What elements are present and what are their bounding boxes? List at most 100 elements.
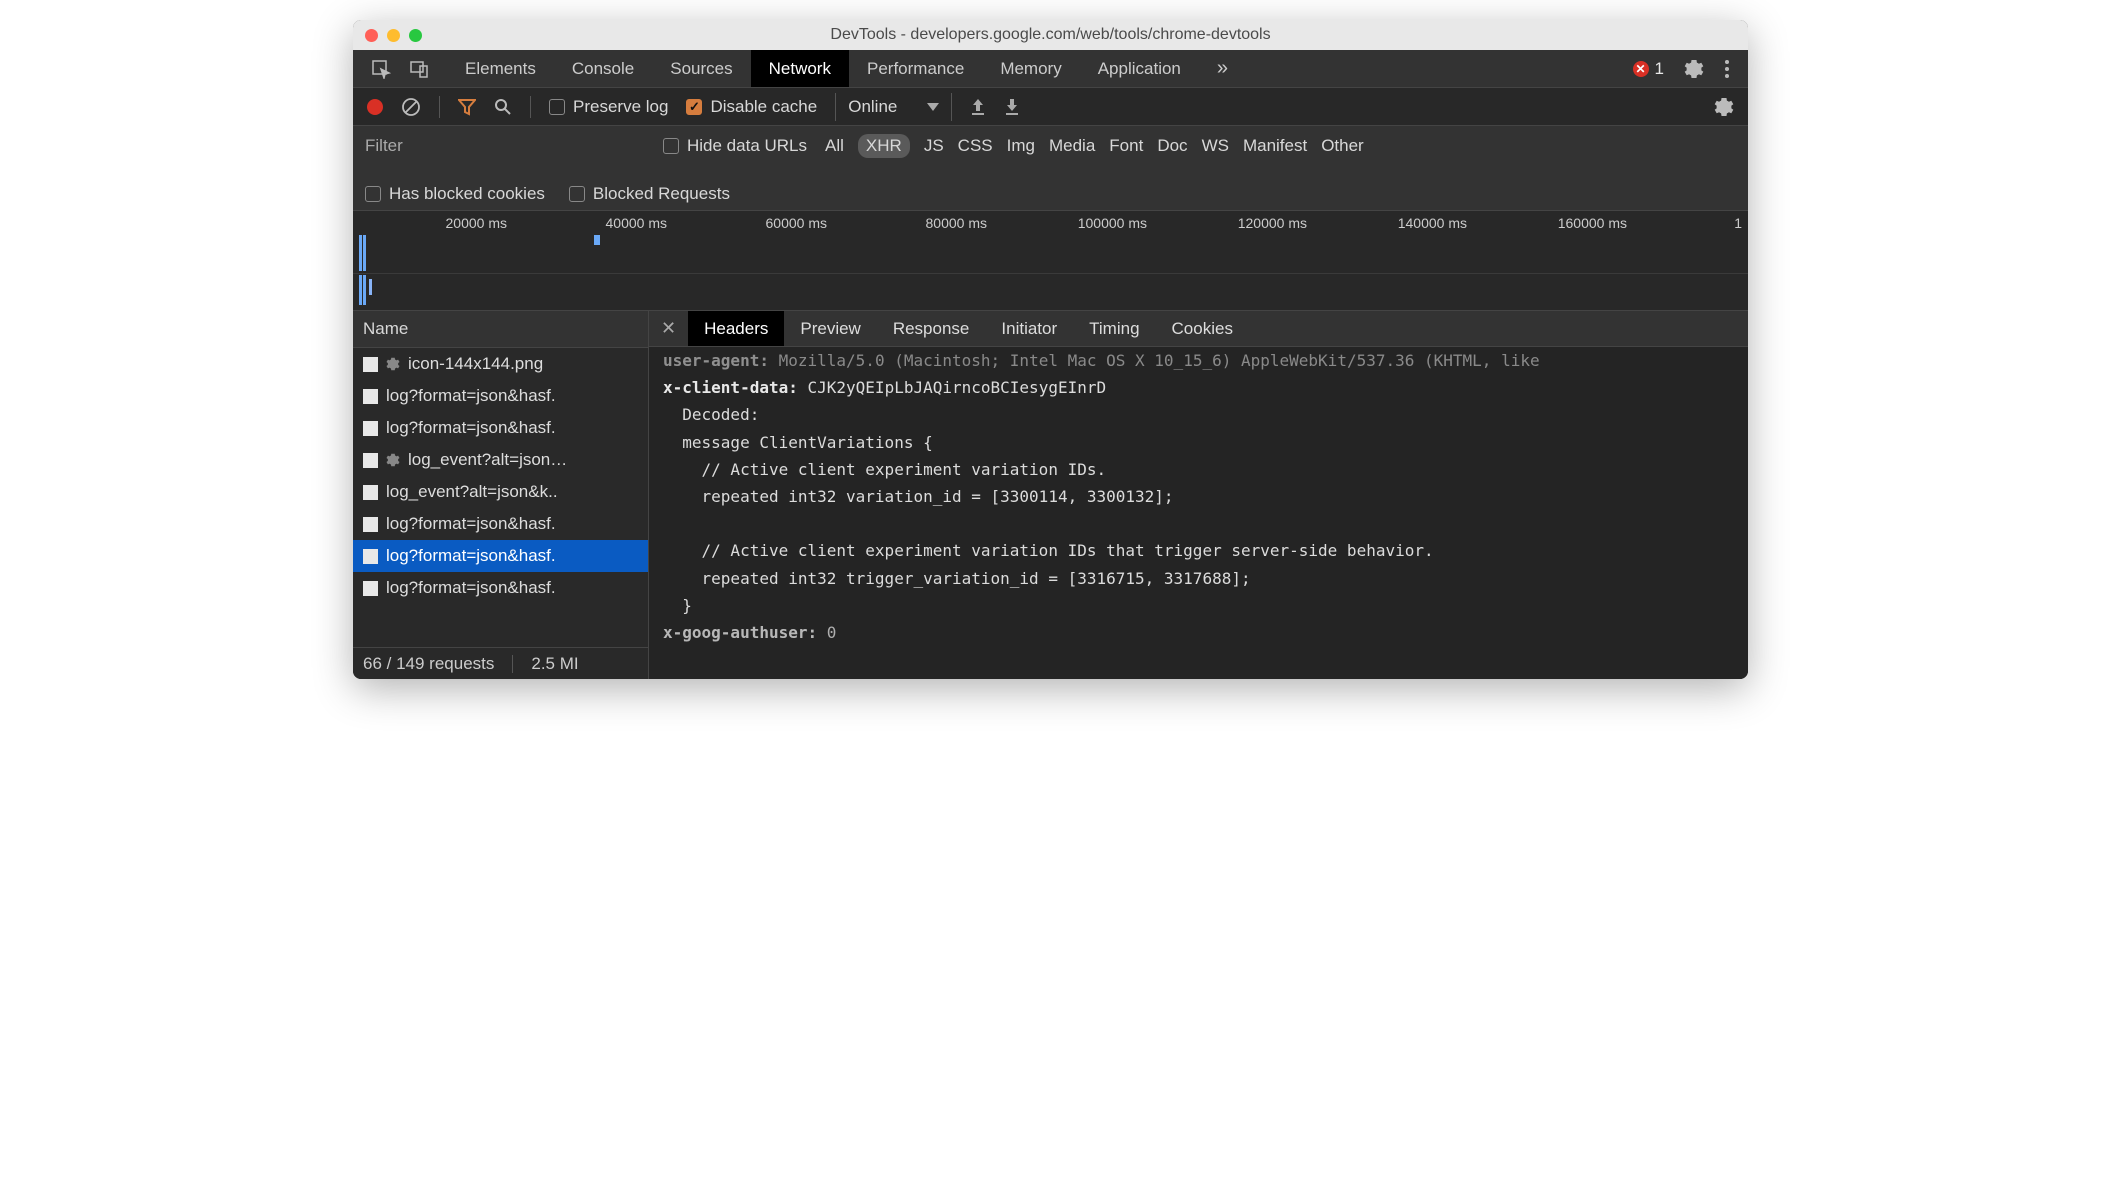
file-icon xyxy=(363,357,378,372)
tab-memory[interactable]: Memory xyxy=(982,50,1079,87)
status-requests: 66 / 149 requests xyxy=(363,654,494,674)
tab-application[interactable]: Application xyxy=(1080,50,1199,87)
file-icon xyxy=(363,517,378,532)
disable-cache-label: Disable cache xyxy=(710,97,817,117)
has-blocked-cookies-checkbox[interactable]: Has blocked cookies xyxy=(365,184,545,204)
header-user-agent-value: Mozilla/5.0 (Macintosh; Intel Mac OS X 1… xyxy=(779,351,1540,370)
throttling-select[interactable]: Online xyxy=(835,93,952,121)
filter-type-css[interactable]: CSS xyxy=(958,136,993,156)
timeline-bars xyxy=(353,235,403,310)
details-tab-initiator[interactable]: Initiator xyxy=(985,311,1073,346)
headers-body[interactable]: user-agent: Mozilla/5.0 (Macintosh; Inte… xyxy=(649,347,1748,679)
error-count-badge[interactable]: ✕ 1 xyxy=(1633,59,1664,79)
network-settings-gear-icon[interactable] xyxy=(1714,97,1734,117)
settings-gear-icon[interactable] xyxy=(1684,59,1704,79)
close-details-button[interactable]: ✕ xyxy=(649,311,688,346)
request-row[interactable]: log?format=json&hasf. xyxy=(353,380,648,412)
record-button[interactable] xyxy=(367,99,383,115)
request-row[interactable]: log?format=json&hasf. xyxy=(353,412,648,444)
details-tab-headers[interactable]: Headers xyxy=(688,311,784,346)
request-list-panel: Name icon-144x144.png log?format=json&has… xyxy=(353,311,649,679)
filter-type-xhr[interactable]: XHR xyxy=(858,134,910,158)
filter-input[interactable]: Filter xyxy=(365,132,645,160)
devtools-tabs: Elements Console Sources Network Perform… xyxy=(447,50,1246,87)
gear-icon xyxy=(386,357,400,371)
timeline-overview[interactable]: 20000 ms 40000 ms 60000 ms 80000 ms 1000… xyxy=(353,211,1748,311)
request-status-bar: 66 / 149 requests 2.5 MI xyxy=(353,647,648,679)
request-name: log?format=json&hasf. xyxy=(386,578,556,598)
request-row[interactable]: icon-144x144.png xyxy=(353,348,648,380)
clear-icon[interactable] xyxy=(401,97,421,117)
tab-network[interactable]: Network xyxy=(751,50,849,87)
request-row[interactable]: log?format=json&hasf. xyxy=(353,540,648,572)
network-main-split: Name icon-144x144.png log?format=json&has… xyxy=(353,311,1748,679)
request-row[interactable]: log?format=json&hasf. xyxy=(353,508,648,540)
filter-type-media[interactable]: Media xyxy=(1049,136,1095,156)
time-label: 20000 ms xyxy=(353,215,513,231)
divider xyxy=(439,96,440,118)
request-row[interactable]: log_event?alt=json… xyxy=(353,444,648,476)
request-row[interactable]: log_event?alt=json&k.. xyxy=(353,476,648,508)
comment1: // Active client experiment variation ID… xyxy=(702,460,1107,479)
upload-har-icon[interactable] xyxy=(970,98,986,116)
window-title: DevTools - developers.google.com/web/too… xyxy=(353,26,1748,44)
time-label: 60000 ms xyxy=(673,215,833,231)
filter-type-manifest[interactable]: Manifest xyxy=(1243,136,1307,156)
msg-open: message ClientVariations { xyxy=(682,433,932,452)
request-name: log_event?alt=json… xyxy=(408,450,567,470)
tab-performance[interactable]: Performance xyxy=(849,50,982,87)
zoom-window-button[interactable] xyxy=(409,29,422,42)
device-toggle-icon[interactable] xyxy=(409,59,429,79)
traffic-lights xyxy=(353,29,422,42)
filter-type-js[interactable]: JS xyxy=(924,136,944,156)
filter-bar: Filter Hide data URLs All XHR JS CSS Img… xyxy=(353,126,1748,211)
devtools-tabs-row: Elements Console Sources Network Perform… xyxy=(353,50,1748,88)
hide-data-urls-checkbox[interactable]: Hide data URLs xyxy=(663,136,807,156)
request-name: log?format=json&hasf. xyxy=(386,546,556,566)
filter-funnel-icon[interactable] xyxy=(458,98,476,116)
disable-cache-checkbox[interactable]: ✓ Disable cache xyxy=(686,97,817,117)
request-row[interactable]: log?format=json&hasf. xyxy=(353,572,648,604)
time-label: 160000 ms xyxy=(1473,215,1633,231)
details-tab-response[interactable]: Response xyxy=(877,311,986,346)
preserve-log-label: Preserve log xyxy=(573,97,668,117)
details-tabs: ✕ Headers Preview Response Initiator Tim… xyxy=(649,311,1748,347)
search-icon[interactable] xyxy=(494,98,512,116)
header-x-goog-authuser-name: x-goog-authuser: xyxy=(663,623,817,642)
filter-type-all[interactable]: All xyxy=(825,136,844,156)
filter-type-other[interactable]: Other xyxy=(1321,136,1364,156)
filter-type-ws[interactable]: WS xyxy=(1202,136,1229,156)
gear-icon xyxy=(386,453,400,467)
tab-elements[interactable]: Elements xyxy=(447,50,554,87)
line2: repeated int32 trigger_variation_id = [3… xyxy=(702,569,1251,588)
filter-type-font[interactable]: Font xyxy=(1109,136,1143,156)
close-window-button[interactable] xyxy=(365,29,378,42)
request-name: log?format=json&hasf. xyxy=(386,418,556,438)
header-x-client-data-value: CJK2yQEIpLbJAQirncoBCIesygEInrD xyxy=(808,378,1107,397)
preserve-log-checkbox[interactable]: Preserve log xyxy=(549,97,668,117)
tabs-overflow-button[interactable]: » xyxy=(1199,50,1246,87)
throttling-value: Online xyxy=(848,97,897,117)
request-list-header[interactable]: Name xyxy=(353,311,648,348)
filter-type-img[interactable]: Img xyxy=(1007,136,1035,156)
hide-data-urls-label: Hide data URLs xyxy=(687,136,807,156)
timeline-labels: 20000 ms 40000 ms 60000 ms 80000 ms 1000… xyxy=(353,215,1748,231)
tab-console[interactable]: Console xyxy=(554,50,652,87)
details-tab-timing[interactable]: Timing xyxy=(1073,311,1155,346)
minimize-window-button[interactable] xyxy=(387,29,400,42)
details-tab-preview[interactable]: Preview xyxy=(784,311,876,346)
request-details-panel: ✕ Headers Preview Response Initiator Tim… xyxy=(649,311,1748,679)
request-name: log?format=json&hasf. xyxy=(386,386,556,406)
details-tab-cookies[interactable]: Cookies xyxy=(1156,311,1249,346)
blocked-requests-checkbox[interactable]: Blocked Requests xyxy=(569,184,730,204)
has-blocked-cookies-label: Has blocked cookies xyxy=(389,184,545,204)
tab-sources[interactable]: Sources xyxy=(652,50,750,87)
kebab-menu-icon[interactable] xyxy=(1724,59,1730,79)
download-har-icon[interactable] xyxy=(1004,98,1020,116)
msg-close: } xyxy=(682,596,692,615)
time-label: 100000 ms xyxy=(993,215,1153,231)
comment2: // Active client experiment variation ID… xyxy=(702,541,1434,560)
inspect-element-icon[interactable] xyxy=(371,59,391,79)
filter-type-doc[interactable]: Doc xyxy=(1157,136,1187,156)
file-icon xyxy=(363,581,378,596)
